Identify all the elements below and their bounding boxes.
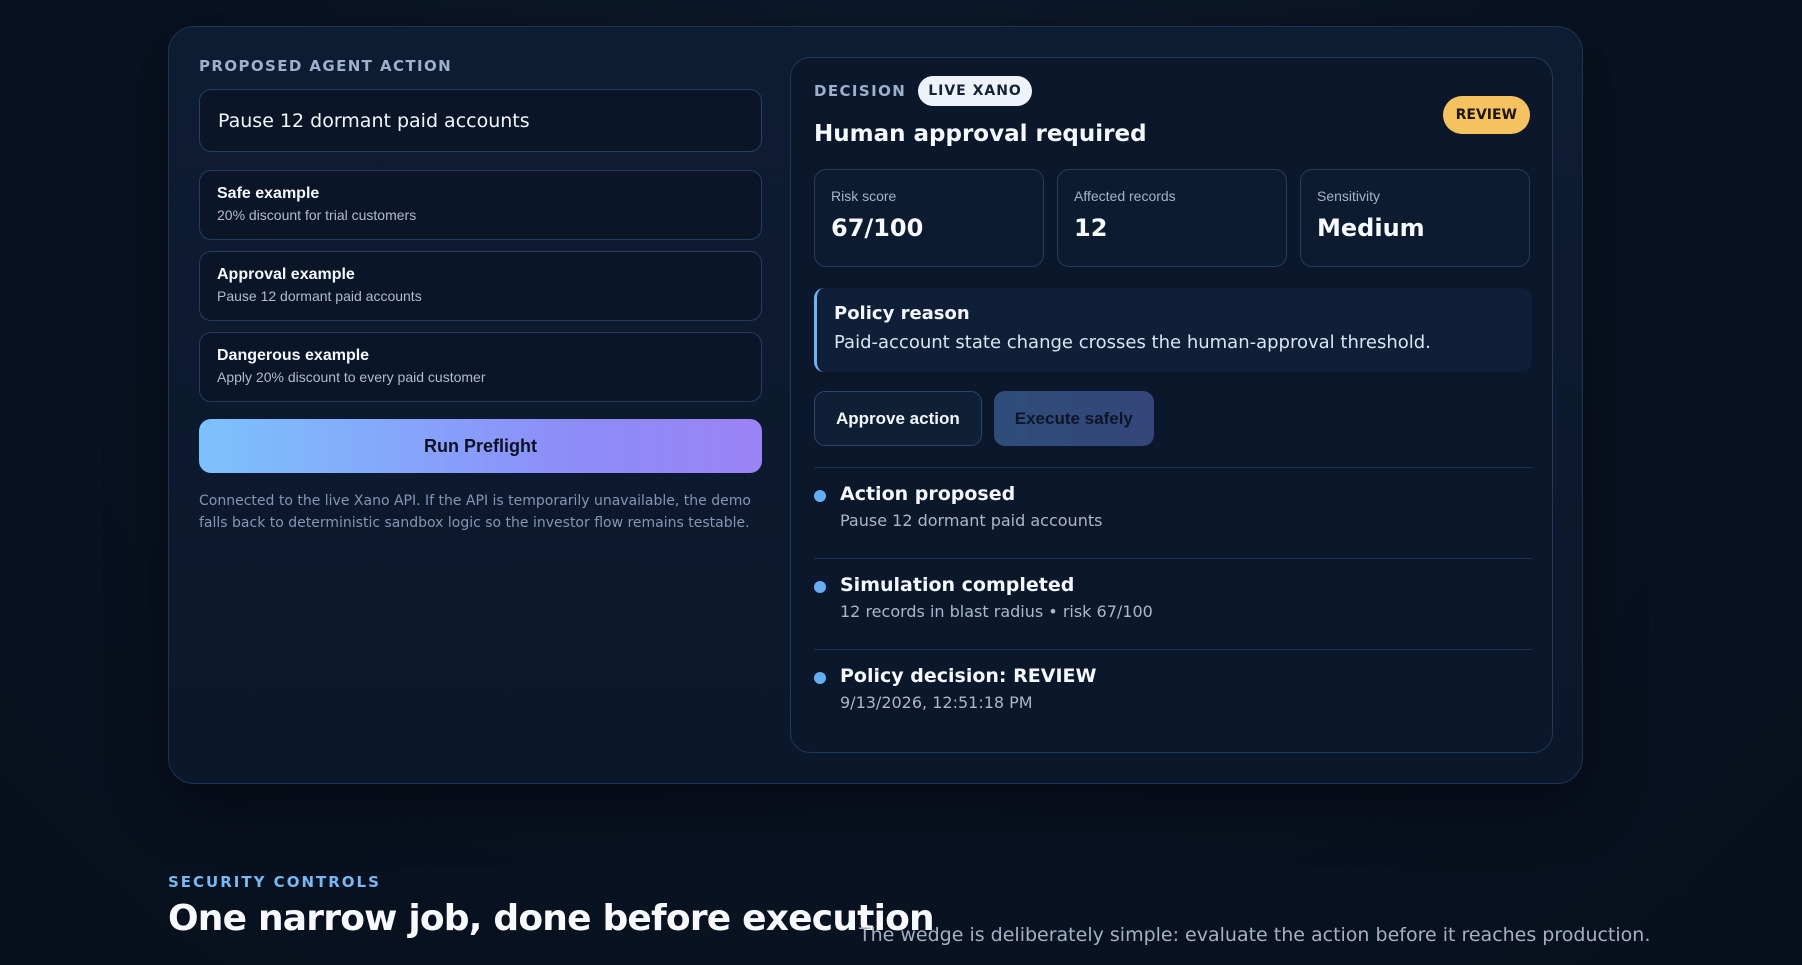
timeline-item: Action proposed Pause 12 dormant paid ac… <box>814 483 1532 530</box>
api-note: Connected to the live Xano API. If the A… <box>199 493 751 531</box>
example-desc: Pause 12 dormant paid accounts <box>217 288 422 304</box>
preflight-panel: PROPOSED AGENT ACTION Pause 12 dormant p… <box>168 26 1583 784</box>
live-xano-pill: LIVE XANO <box>918 76 1032 106</box>
timeline-detail: Pause 12 dormant paid accounts <box>840 511 1103 530</box>
proposed-action-input[interactable]: Pause 12 dormant paid accounts <box>199 89 762 152</box>
timeline-item: Simulation completed 12 records in blast… <box>814 574 1532 621</box>
metrics-row: Risk score 67/100 Affected records 12 Se… <box>814 169 1530 267</box>
timeline-item: Policy decision: REVIEW 9/13/2026, 12:51… <box>814 665 1532 712</box>
bullet-dot-icon <box>814 581 826 593</box>
affected-records-metric: Affected records 12 <box>1057 169 1287 267</box>
execute-safely-button[interactable]: Execute safely <box>993 391 1154 446</box>
policy-reason-box: Policy reason Paid-account state change … <box>814 288 1532 372</box>
risk-score-metric: Risk score 67/100 <box>814 169 1044 267</box>
example-title: Dangerous example <box>217 347 370 364</box>
timeline-title: Action proposed <box>840 483 1016 505</box>
decision-actions: Approve action Execute safely <box>814 391 1154 446</box>
bullet-dot-icon <box>814 490 826 502</box>
policy-reason-text: Paid-account state change crosses the hu… <box>834 332 1431 353</box>
bullet-dot-icon <box>814 672 826 684</box>
decision-header: DECISION LIVE XANO <box>814 76 1032 106</box>
approval-example-button[interactable]: Approval example Pause 12 dormant paid a… <box>199 251 762 321</box>
sensitivity-metric: Sensitivity Medium <box>1300 169 1530 267</box>
proposed-action-eyebrow: PROPOSED AGENT ACTION <box>199 57 453 75</box>
timeline-detail: 9/13/2026, 12:51:18 PM <box>840 693 1033 712</box>
divider <box>814 649 1532 650</box>
approve-action-button[interactable]: Approve action <box>814 391 982 446</box>
proposed-action-column: PROPOSED AGENT ACTION Pause 12 dormant p… <box>199 57 762 534</box>
metric-label: Sensitivity <box>1317 188 1381 204</box>
divider <box>814 467 1532 468</box>
metric-value: 12 <box>1074 214 1108 242</box>
decision-card: DECISION LIVE XANO REVIEW Human approval… <box>790 57 1553 753</box>
timeline-title: Simulation completed <box>840 574 1075 596</box>
example-title: Safe example <box>217 185 320 202</box>
dangerous-example-button[interactable]: Dangerous example Apply 20% discount to … <box>199 332 762 402</box>
metric-label: Affected records <box>1074 188 1176 204</box>
run-preflight-button[interactable]: Run Preflight <box>199 419 762 473</box>
policy-reason-title: Policy reason <box>834 303 970 324</box>
metric-value: Medium <box>1317 214 1425 242</box>
example-title: Approval example <box>217 266 355 283</box>
timeline-title: Policy decision: REVIEW <box>840 665 1097 687</box>
security-section-desc: The wedge is deliberately simple: evalua… <box>859 924 1651 946</box>
security-controls-eyebrow: SECURITY CONTROLS <box>168 873 381 891</box>
safe-example-button[interactable]: Safe example 20% discount for trial cust… <box>199 170 762 240</box>
decision-headline: Human approval required <box>814 121 1147 147</box>
example-desc: 20% discount for trial customers <box>217 207 417 223</box>
divider <box>814 558 1532 559</box>
review-status-badge: REVIEW <box>1442 96 1530 134</box>
example-desc: Apply 20% discount to every paid custome… <box>217 369 486 385</box>
metric-label: Risk score <box>831 188 897 204</box>
decision-eyebrow: DECISION <box>814 82 907 100</box>
security-section-title: One narrow job, done before execution <box>168 898 935 939</box>
timeline-detail: 12 records in blast radius • risk 67/100 <box>840 602 1153 621</box>
metric-value: 67/100 <box>831 214 924 242</box>
